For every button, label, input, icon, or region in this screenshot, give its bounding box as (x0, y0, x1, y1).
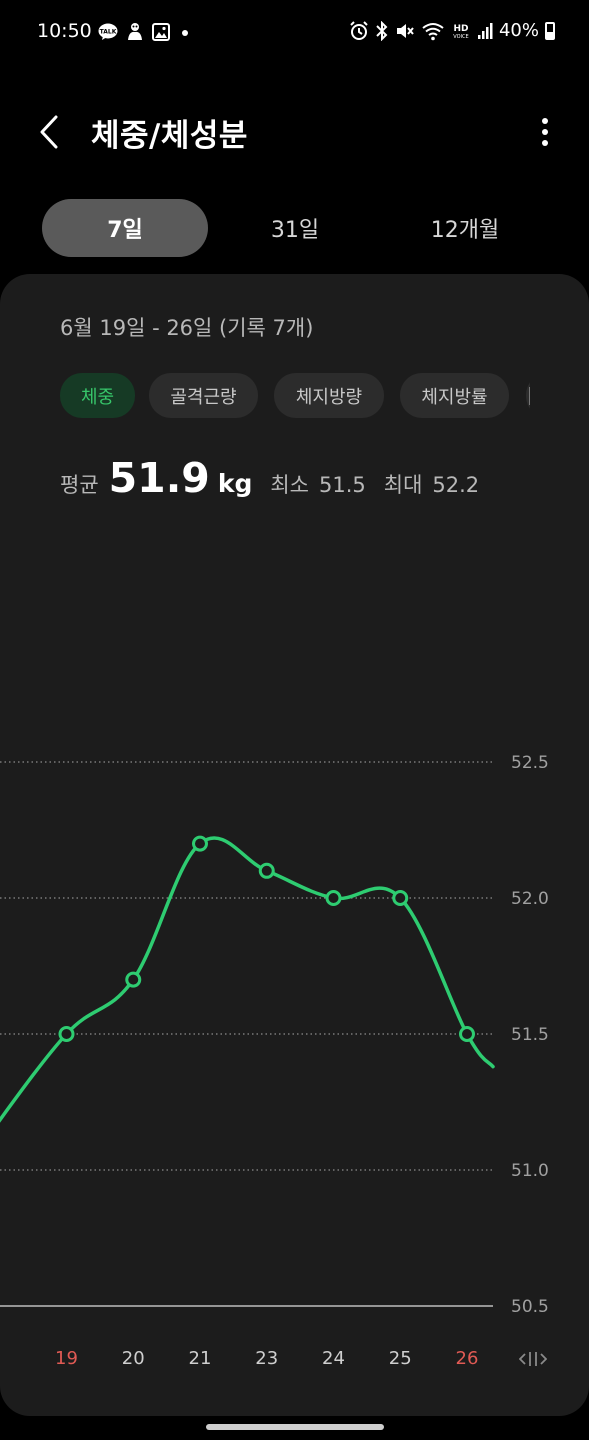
svg-text:TALK: TALK (100, 29, 117, 36)
kakaotalk-icon: TALK (98, 23, 118, 40)
period-tabs: 7일 31일 12개월 (42, 199, 552, 257)
tab-12-months[interactable]: 12개월 (382, 199, 548, 257)
data-point (192, 835, 208, 852)
data-point (58, 1026, 75, 1042)
data-point (392, 890, 409, 906)
svg-text:VOICE: VOICE (453, 34, 468, 40)
battery-icon (545, 21, 555, 40)
mute-icon (396, 23, 414, 38)
data-point (125, 971, 142, 988)
wifi-icon (422, 22, 444, 40)
weight-line-chart[interactable]: 52.552.051.551.050.5819202123242526 (0, 274, 589, 1416)
y-tick-label: 50.5 (511, 1297, 549, 1317)
gesture-navigation-bar[interactable] (206, 1424, 384, 1430)
back-button[interactable] (28, 110, 72, 154)
horizontal-scroll-icon (519, 1352, 547, 1366)
x-tick-label: 20 (122, 1348, 145, 1369)
y-tick-label: 51.0 (511, 1161, 549, 1181)
alarm-icon (350, 20, 368, 40)
notification-icons: TALK (98, 22, 192, 42)
weight-series-line (0, 836, 495, 1123)
x-tick-label: 23 (255, 1348, 278, 1369)
data-point (258, 862, 275, 879)
tab-7-days[interactable]: 7일 (42, 199, 208, 257)
gallery-icon (152, 23, 170, 41)
x-tick-label: 26 (456, 1348, 479, 1369)
x-tick-label: 25 (389, 1348, 412, 1369)
data-point (325, 890, 342, 906)
more-options-button[interactable] (533, 110, 557, 154)
page-title: 체중/체성분 (91, 118, 248, 154)
dot-icon (182, 30, 188, 36)
chevron-left-icon (40, 115, 58, 149)
system-icons: HD VOICE 40% (349, 20, 555, 41)
more-vertical-icon (542, 118, 548, 146)
tab-31-days[interactable]: 31일 (212, 199, 378, 257)
chart-scroll-handle[interactable] (518, 1346, 548, 1372)
y-tick-label: 52.0 (511, 889, 549, 909)
battery-percent: 40% (498, 20, 539, 41)
status-time: 10:50 (37, 20, 92, 42)
x-tick-label: 21 (189, 1348, 212, 1369)
app-header: 체중/체성분 (0, 96, 589, 166)
notification-icon (128, 23, 142, 40)
svg-text:HD: HD (453, 24, 468, 34)
x-tick-label: 19 (55, 1348, 78, 1369)
weight-card: 6월 19일 - 26일 (기록 7개) 체중 골격근량 체지방량 체지방률 평… (0, 274, 589, 1416)
x-tick-label: 24 (322, 1348, 345, 1369)
app-screen: 10:50 TALK HD VOICE 40% 체중/체성분 7일 31일 12… (0, 0, 589, 1440)
hd-voice-icon: HD VOICE (453, 24, 468, 40)
signal-icon (477, 22, 493, 39)
y-tick-label: 51.5 (511, 1025, 549, 1045)
status-bar: 10:50 TALK HD VOICE 40% (0, 0, 589, 64)
data-point (459, 1026, 475, 1042)
bluetooth-icon (376, 20, 388, 41)
y-tick-label: 52.5 (511, 753, 549, 773)
